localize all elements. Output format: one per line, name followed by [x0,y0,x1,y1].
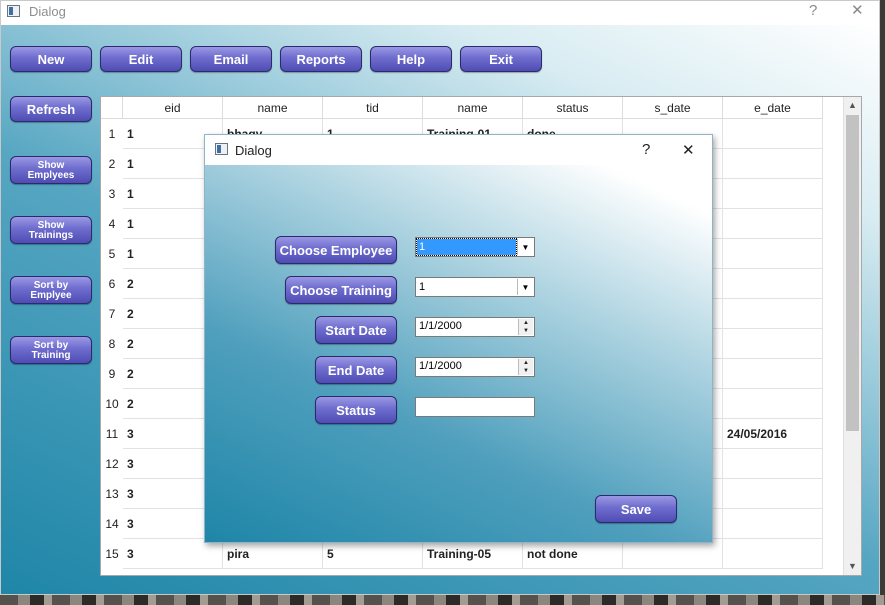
start-date-value: 1/1/2000 [419,320,462,332]
table-cell-e-date[interactable] [723,389,823,419]
scroll-down-icon[interactable]: ▼ [848,561,857,571]
table-cell-e-date[interactable]: 24/05/2016 [723,419,823,449]
corner-header[interactable] [101,97,123,119]
status-button[interactable]: Status [315,396,397,424]
training-combobox[interactable]: 1 ▼ [415,277,535,297]
start-date-edit[interactable]: 1/1/2000 ▲ ▼ [415,317,535,337]
table-cell-e-date[interactable] [723,239,823,269]
table-cell-training-name[interactable]: Training-05 [423,539,523,569]
table-cell-e-date[interactable] [723,119,823,149]
table-vertical-scrollbar[interactable]: ▲ ▼ [843,97,861,575]
table-cell-e-date[interactable] [723,209,823,239]
end-date-button[interactable]: End Date [315,356,397,384]
edit-button[interactable]: Edit [100,46,182,72]
end-date-edit[interactable]: 1/1/2000 ▲ ▼ [415,357,535,377]
table-cell-e-date[interactable] [723,449,823,479]
email-button[interactable]: Email [190,46,272,72]
main-titlebar: Dialog ? ✕ [1,1,879,25]
dialog-close-icon[interactable]: ✕ [682,141,695,159]
start-date-spinner[interactable]: ▲ ▼ [518,319,533,335]
show-employees-button[interactable]: Show Emplyees [10,156,92,184]
row-number[interactable]: 1 [101,119,123,149]
add-record-dialog: Dialog ? ✕ Choose Employee 1 ▼ Choose Tr… [204,134,713,543]
exit-button[interactable]: Exit [460,46,542,72]
column-header-eid[interactable]: eid [123,97,223,119]
row-number[interactable]: 8 [101,329,123,359]
scrollbar-thumb[interactable] [846,115,859,431]
training-combobox-value: 1 [419,281,426,293]
end-date-spinner[interactable]: ▲ ▼ [518,359,533,375]
table-cell-e-date[interactable] [723,269,823,299]
end-date-value: 1/1/2000 [419,360,462,372]
scroll-up-icon[interactable]: ▲ [848,100,857,110]
table-cell-eid[interactable]: 3 [123,539,223,569]
column-header-status[interactable]: status [523,97,623,119]
table-cell-e-date[interactable] [723,509,823,539]
table-cell-tid[interactable]: 5 [323,539,423,569]
new-button[interactable]: New [10,46,92,72]
show-trainings-button[interactable]: Show Trainings [10,216,92,244]
table-cell-e-date[interactable] [723,149,823,179]
desktop-background [0,595,885,605]
row-number[interactable]: 11 [101,419,123,449]
employee-combobox[interactable]: 1 ▼ [415,237,535,257]
row-number[interactable]: 10 [101,389,123,419]
help-icon[interactable]: ? [809,2,817,20]
row-number[interactable]: 15 [101,539,123,569]
status-input[interactable] [415,397,535,417]
spin-down-icon[interactable]: ▼ [519,367,533,375]
row-number[interactable]: 6 [101,269,123,299]
table-cell-e-date[interactable] [723,359,823,389]
table-cell-e-date[interactable] [723,539,823,569]
close-icon[interactable]: ✕ [851,2,864,20]
employee-combobox-value: 1 [416,238,517,256]
chevron-down-icon[interactable]: ▼ [517,239,533,255]
column-header-employee-name[interactable]: name [223,97,323,119]
help-button[interactable]: Help [370,46,452,72]
refresh-button[interactable]: Refresh [10,96,92,122]
spin-down-icon[interactable]: ▼ [519,327,533,335]
reports-button[interactable]: Reports [280,46,362,72]
table-cell-s-date[interactable] [623,539,723,569]
row-number[interactable]: 2 [101,149,123,179]
row-number[interactable]: 9 [101,359,123,389]
table-cell-e-date[interactable] [723,329,823,359]
table-cell-employee-name[interactable]: pira [223,539,323,569]
row-number[interactable]: 7 [101,299,123,329]
column-header-e-date[interactable]: e_date [723,97,823,119]
start-date-button[interactable]: Start Date [315,316,397,344]
table-cell-e-date[interactable] [723,299,823,329]
row-number[interactable]: 4 [101,209,123,239]
row-number[interactable]: 13 [101,479,123,509]
main-window-title: Dialog [29,4,66,19]
dialog-client-area: Choose Employee 1 ▼ Choose Training 1 ▼ … [205,165,712,542]
dialog-titlebar: Dialog ? ✕ [205,135,712,165]
row-number[interactable]: 3 [101,179,123,209]
table-cell-status[interactable]: not done [523,539,623,569]
sort-by-training-button[interactable]: Sort by Training [10,336,92,364]
chevron-down-icon[interactable]: ▼ [517,279,533,295]
table-cell-e-date[interactable] [723,479,823,509]
choose-training-button[interactable]: Choose Training [285,276,397,304]
row-number[interactable]: 5 [101,239,123,269]
column-header-tid[interactable]: tid [323,97,423,119]
sort-by-employee-button[interactable]: Sort by Emplyee [10,276,92,304]
row-number[interactable]: 14 [101,509,123,539]
row-number[interactable]: 12 [101,449,123,479]
column-header-training-name[interactable]: name [423,97,523,119]
save-button[interactable]: Save [595,495,677,523]
app-window-icon [7,5,20,17]
dialog-help-icon[interactable]: ? [642,141,650,158]
dialog-window-icon [215,143,228,155]
choose-employee-button[interactable]: Choose Employee [275,236,397,264]
table-cell-e-date[interactable] [723,179,823,209]
column-header-s-date[interactable]: s_date [623,97,723,119]
dialog-title: Dialog [235,143,272,158]
